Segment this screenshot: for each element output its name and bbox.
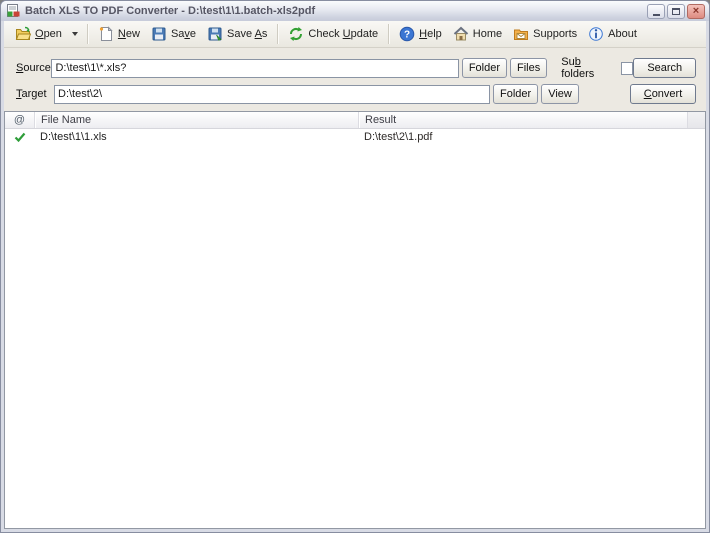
file-list: @ File Name Result D:\test\1\1.xls D:\te… [4,111,706,529]
refresh-arrows-icon [288,26,304,42]
target-input[interactable] [54,84,490,104]
green-check-icon [5,132,35,143]
help-question-icon: ? [399,26,415,42]
target-row: Target Folder View Convert [16,84,696,104]
window-frame: Open New Save Save As Check Update ? Hel… [4,21,706,529]
close-button[interactable]: × [687,3,705,19]
maximize-icon [672,7,680,15]
supports-button[interactable]: Supports [508,23,582,45]
home-house-icon [453,26,469,42]
save-button[interactable]: Save [146,23,201,45]
minimize-icon [652,13,660,16]
new-label: New [117,28,140,40]
close-icon: × [692,4,700,17]
window-title: Batch XLS TO PDF Converter - D:\test\1\1… [25,5,316,17]
open-dropdown-button[interactable] [68,29,82,39]
open-folder-icon [15,26,31,42]
new-button[interactable]: New [93,23,145,45]
check-update-button[interactable]: Check Update [283,23,383,45]
about-button[interactable]: About [583,23,642,45]
list-body: D:\test\1\1.xls D:\test\2\1.pdf [5,129,705,528]
chevron-down-icon [71,32,78,36]
column-header-file-name[interactable]: File Name [35,112,359,128]
check-update-label: Check Update [308,28,379,40]
toolbar-separator [277,24,279,44]
source-label: Source [16,62,51,74]
convert-button[interactable]: Convert [630,84,696,104]
target-view-button[interactable]: View [541,84,579,104]
svg-text:?: ? [404,30,410,41]
app-window: Batch XLS TO PDF Converter - D:\test\1\1… [0,0,710,533]
column-header-result[interactable]: Result [359,112,688,128]
about-info-icon [588,26,604,42]
save-as-button[interactable]: Save As [202,23,272,45]
column-header-status[interactable]: @ [5,112,35,128]
window-controls: × [647,3,705,19]
source-row: Source Folder Files Sub folders Search [16,56,696,80]
form-panel: Source Folder Files Sub folders Search T… [4,48,706,111]
save-label: Save [170,28,197,40]
help-label: Help [419,28,442,40]
toolbar-separator [86,24,88,44]
new-document-icon [98,26,114,42]
sub-folders-checkbox[interactable] [621,61,634,75]
minimize-button[interactable] [647,3,665,19]
open-label: Open [35,28,62,40]
column-header-filler [688,112,705,128]
file-name-cell: D:\test\1\1.xls [40,131,107,143]
home-button[interactable]: Home [448,23,507,45]
open-button[interactable]: Open [10,23,67,45]
app-icon [5,3,21,19]
target-folder-button[interactable]: Folder [493,84,539,104]
source-files-button[interactable]: Files [510,58,548,78]
home-label: Home [472,28,503,40]
source-input[interactable] [51,58,459,78]
list-header: @ File Name Result [5,112,705,129]
supports-folder-icon [513,26,529,42]
supports-label: Supports [533,28,578,40]
target-label: Target [16,88,47,100]
titlebar: Batch XLS TO PDF Converter - D:\test\1\1… [1,1,709,21]
result-cell: D:\test\2\1.pdf [364,131,433,143]
save-floppy-icon [151,26,167,42]
maximize-button[interactable] [667,3,685,19]
about-label: About [608,28,637,40]
toolbar-separator [388,24,390,44]
source-folder-button[interactable]: Folder [461,58,508,78]
table-row[interactable]: D:\test\1\1.xls D:\test\2\1.pdf [5,129,705,145]
search-button[interactable]: Search [633,58,696,78]
sub-folders-label: Sub folders [561,56,595,80]
save-as-label: Save As [227,28,268,40]
toolbar: Open New Save Save As Check Update ? Hel… [4,21,706,48]
help-button[interactable]: ? Help [394,23,447,45]
save-as-floppy-icon [207,26,223,42]
